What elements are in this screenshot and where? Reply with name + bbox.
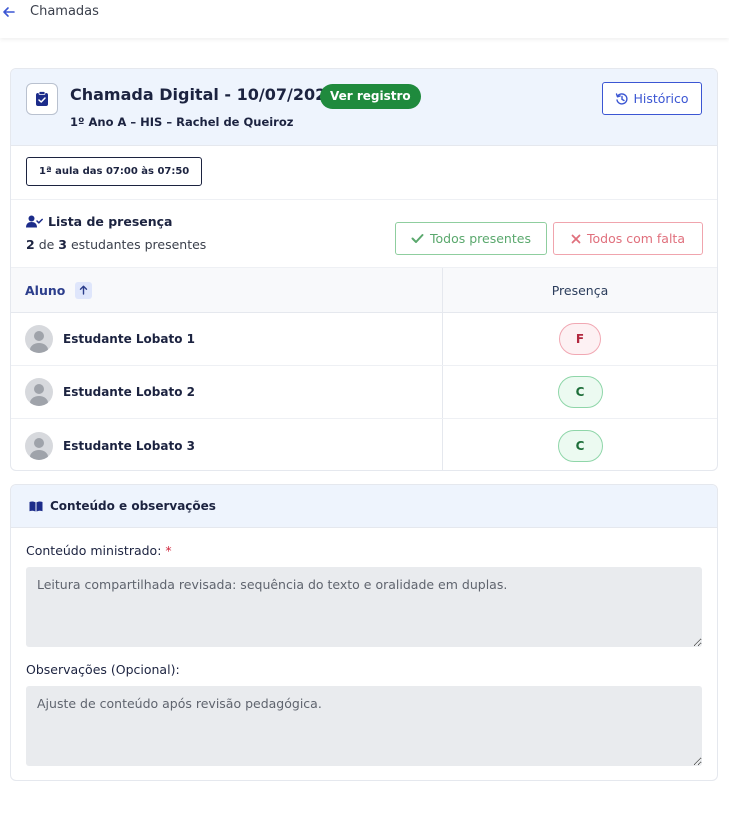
all-absent-button[interactable]: Todos com falta <box>553 222 703 255</box>
notes-textarea[interactable]: Ajuste de conteúdo após revisão pedagógi… <box>26 686 702 766</box>
lesson-time-pill[interactable]: 1ª aula das 07:00 às 07:50 <box>26 157 203 186</box>
student-name: Estudante Lobato 1 <box>63 332 195 346</box>
content-field-label-text: Conteúdo ministrado: <box>26 543 162 558</box>
content-field-label: Conteúdo ministrado: * <box>26 543 172 558</box>
all-present-button[interactable]: Todos presentes <box>395 222 547 255</box>
column-header-student[interactable]: Aluno <box>11 268 443 312</box>
class-subtitle: 1º Ano A – HIS – Rachel de Queiroz <box>70 115 294 129</box>
student-cell: Estudante Lobato 3 <box>11 419 443 470</box>
table-row: Estudante Lobato 1 F <box>11 313 717 366</box>
history-icon <box>616 92 629 105</box>
presence-toggle-absent[interactable]: F <box>559 323 601 355</box>
table-header: Aluno Presença <box>11 267 717 313</box>
attendance-list-title: Lista de presença <box>26 214 172 229</box>
student-cell: Estudante Lobato 2 <box>11 366 443 418</box>
close-icon <box>571 234 581 243</box>
lesson-row: 1ª aula das 07:00 às 07:50 <box>11 146 717 200</box>
required-mark: * <box>165 543 172 558</box>
all-present-label: Todos presentes <box>430 231 531 246</box>
column-student-label: Aluno <box>25 282 66 298</box>
table-row: Estudante Lobato 2 C <box>11 366 717 419</box>
count-suffix: estudantes presentes <box>70 237 207 252</box>
history-button-label: Histórico <box>633 91 689 106</box>
student-name: Estudante Lobato 2 <box>63 385 195 399</box>
history-button[interactable]: Histórico <box>602 82 702 115</box>
presence-cell: F <box>443 313 717 365</box>
avatar <box>25 378 53 406</box>
student-name: Estudante Lobato 3 <box>63 438 195 453</box>
column-header-presence: Presença <box>551 282 609 298</box>
avatar <box>25 325 53 353</box>
attendance-header: Chamada Digital - 10/07/2026 Ver registr… <box>11 69 717 146</box>
clipboard-icon <box>26 83 58 115</box>
top-bar: Chamadas <box>0 0 729 38</box>
presence-cell: C <box>443 366 717 418</box>
notes-field-label: Observações (Opcional): <box>26 662 180 677</box>
view-record-badge[interactable]: Ver registro <box>320 84 421 109</box>
content-textarea[interactable]: Leitura compartilhada revisada: sequênci… <box>26 567 702 647</box>
attendance-count: 2 de 3 estudantes presentes <box>26 237 206 252</box>
content-title: Conteúdo e observações <box>50 499 216 513</box>
avatar <box>25 431 53 460</box>
present-count: 2 <box>26 237 35 252</box>
all-absent-label: Todos com falta <box>587 231 685 246</box>
sort-ascending-icon[interactable] <box>75 281 93 299</box>
back-arrow-icon[interactable] <box>2 5 16 19</box>
attendance-title: Chamada Digital - 10/07/2026 <box>70 85 338 104</box>
table-row: Estudante Lobato 3 C <box>11 419 717 470</box>
presence-toggle-present[interactable]: C <box>557 376 603 408</box>
presence-toggle-present[interactable]: C <box>557 429 603 462</box>
student-cell: Estudante Lobato 1 <box>11 313 443 365</box>
total-count: 3 <box>58 237 67 252</box>
count-of-label: de <box>38 237 55 252</box>
page-title: Chamadas <box>30 4 99 19</box>
book-icon <box>29 501 43 511</box>
attendance-list-title-text: Lista de presença <box>48 214 173 229</box>
attendance-card: Chamada Digital - 10/07/2026 Ver registr… <box>10 68 718 471</box>
content-card: Conteúdo e observações Conteúdo ministra… <box>10 484 718 781</box>
presence-cell: C <box>443 419 717 470</box>
check-icon <box>411 234 424 243</box>
content-header: Conteúdo e observações <box>11 485 717 528</box>
attendance-summary: Lista de presença 2 de 3 estudantes pres… <box>11 200 717 267</box>
user-check-icon <box>26 215 43 228</box>
